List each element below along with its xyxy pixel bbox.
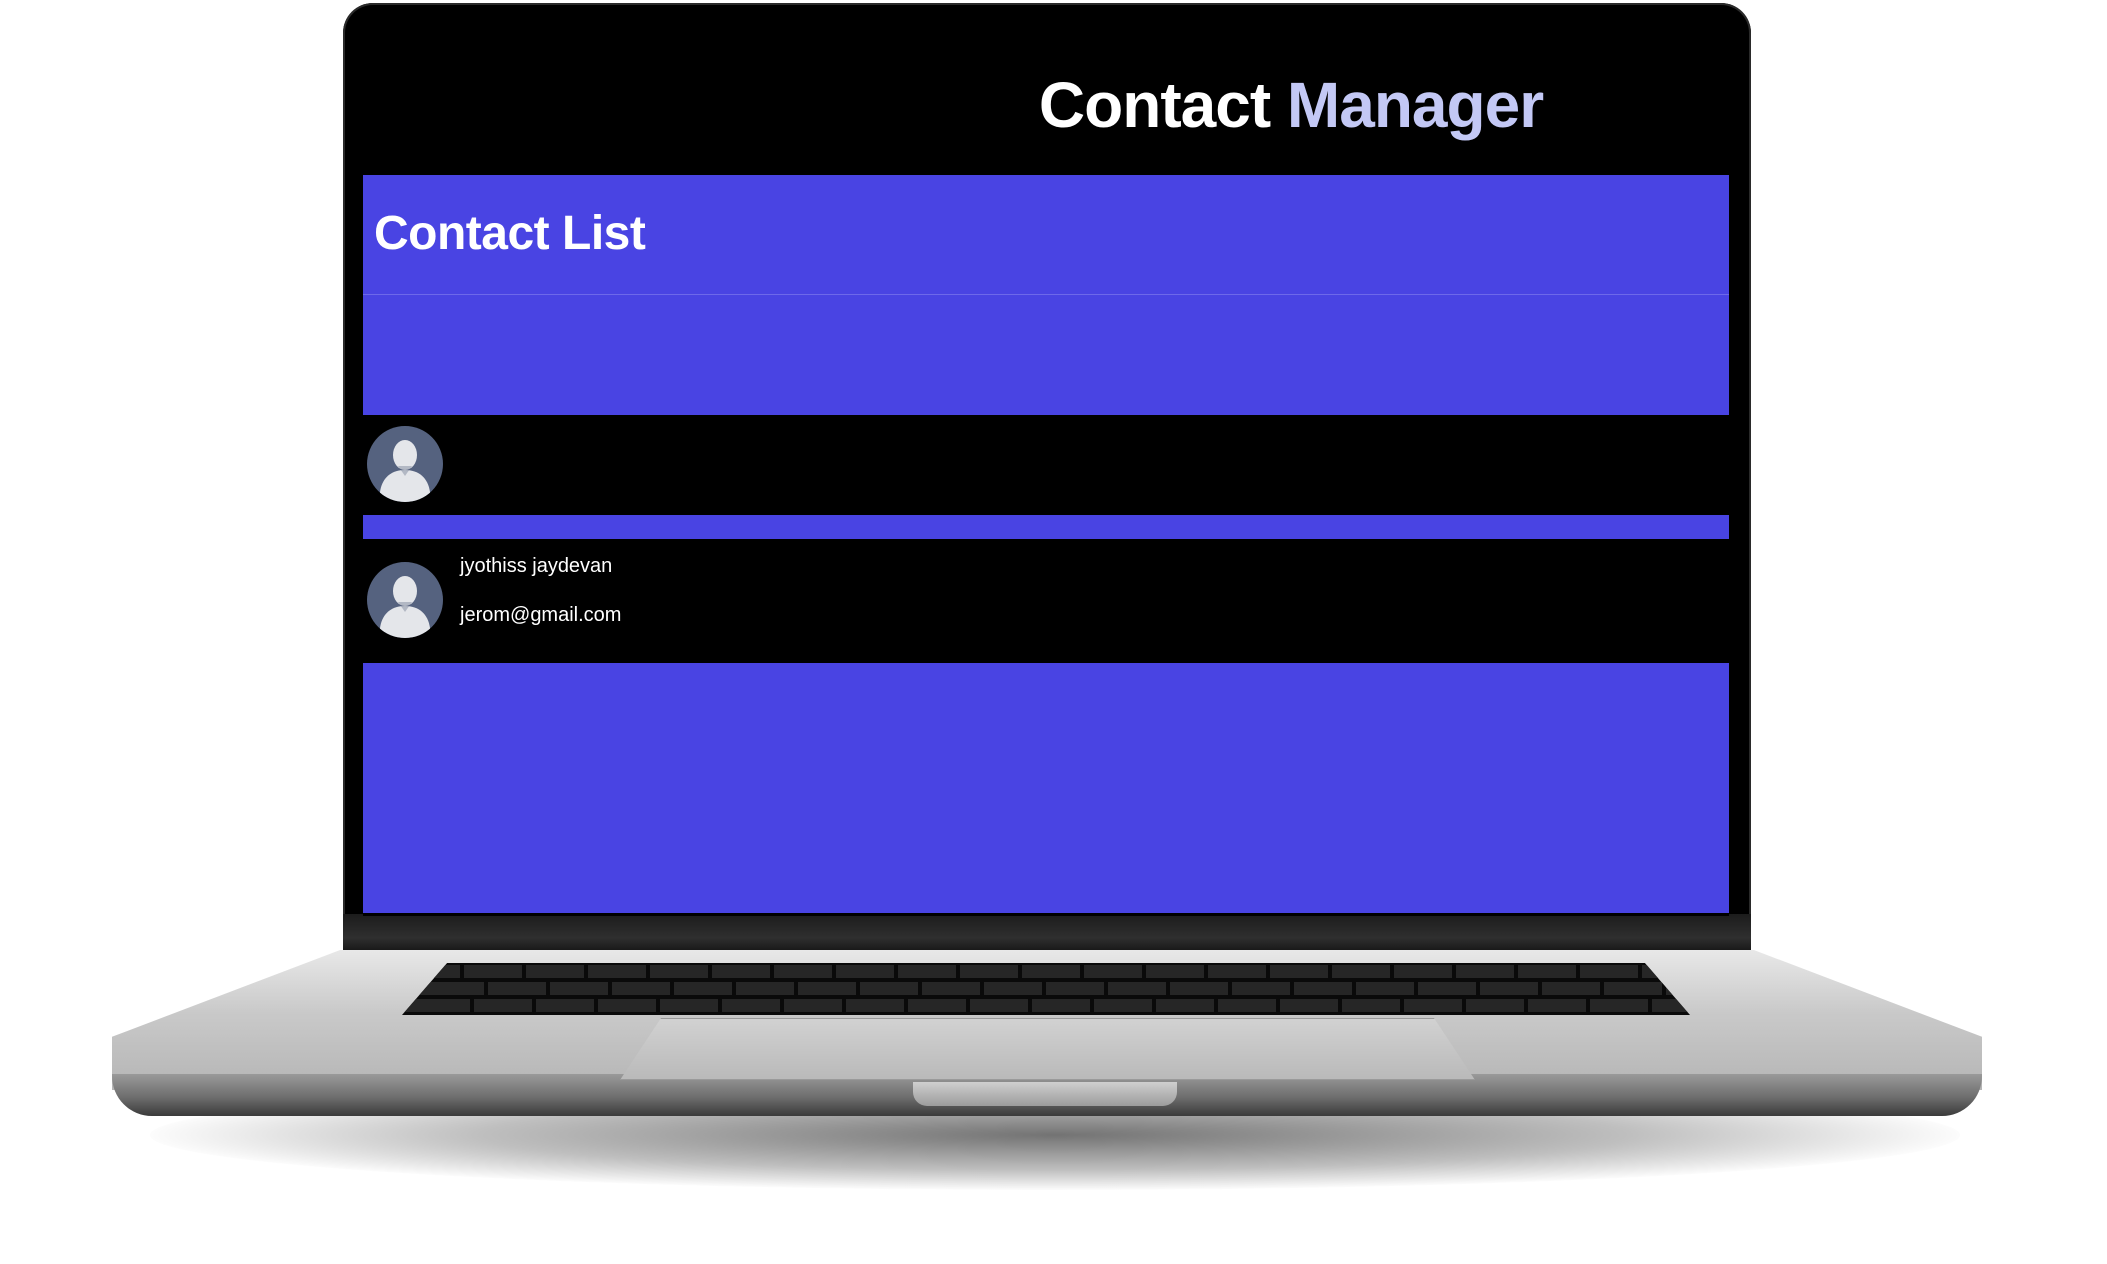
laptop-hinge xyxy=(343,914,1751,954)
app-screen: Contact Manager Contact List jyothiss ja… xyxy=(363,20,1729,916)
app-title-part2: Manager xyxy=(1286,69,1544,141)
contact-list-footer-panel xyxy=(363,663,1729,913)
laptop-trackpad xyxy=(620,1018,1475,1080)
laptop-mockup: Contact Manager Contact List jyothiss ja… xyxy=(0,0,2107,1264)
user-silhouette-icon xyxy=(367,562,443,638)
contact-separator xyxy=(363,515,1729,539)
contact-list-heading: Contact List xyxy=(374,207,646,260)
laptop-keyboard xyxy=(402,963,1690,1015)
laptop-opening-notch xyxy=(913,1082,1177,1106)
contact-email: jerom@gmail.com xyxy=(460,604,622,626)
header-divider xyxy=(363,294,1729,295)
user-silhouette-icon xyxy=(367,426,443,502)
contact-list-header: Contact List xyxy=(363,175,1729,415)
contact-name: jyothiss jaydevan xyxy=(460,555,613,577)
app-title-part1: Contact xyxy=(1038,69,1287,141)
contact-card[interactable]: jyothiss jaydevan jerom@gmail.com xyxy=(363,539,1729,663)
app-title: Contact Manager xyxy=(363,68,1729,142)
contact-card[interactable] xyxy=(363,415,1729,515)
